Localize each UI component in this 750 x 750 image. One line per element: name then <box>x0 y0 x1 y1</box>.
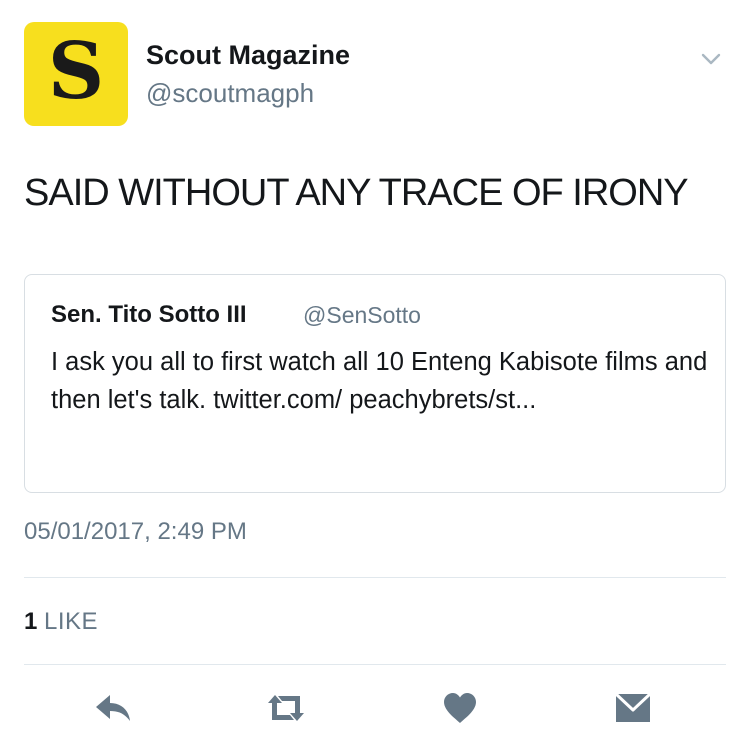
heart-icon <box>444 693 476 723</box>
tweet-card: S Scout Magazine @scoutmagph SAID WITHOU… <box>0 0 750 750</box>
divider <box>24 577 726 578</box>
retweet-icon <box>268 695 304 721</box>
reply-button[interactable] <box>94 688 134 728</box>
dm-button[interactable] <box>613 688 653 728</box>
action-bar <box>0 688 750 728</box>
like-label: LIKE <box>44 608 99 635</box>
quoted-tweet[interactable]: Sen. Tito Sotto III @SenSotto I ask you … <box>24 274 726 493</box>
quoted-user-handle: @SenSotto <box>303 302 421 328</box>
retweet-button[interactable] <box>266 688 306 728</box>
tweet-header: S Scout Magazine @scoutmagph <box>24 22 730 126</box>
divider <box>24 664 726 665</box>
like-button[interactable] <box>440 688 480 728</box>
like-count-summary[interactable]: 1 LIKE <box>24 608 98 636</box>
chevron-down-icon[interactable] <box>700 48 722 70</box>
like-count: 1 <box>24 608 38 635</box>
user-handle[interactable]: @scoutmagph <box>146 78 314 109</box>
quoted-user-name: Sen. Tito Sotto III <box>51 301 247 328</box>
avatar[interactable]: S <box>24 22 128 126</box>
reply-icon <box>96 695 130 721</box>
user-display-name[interactable]: Scout Magazine <box>146 40 350 71</box>
avatar-logo-letter: S <box>47 26 105 117</box>
tweet-text: SAID WITHOUT ANY TRACE OF IRONY <box>24 172 689 214</box>
tweet-timestamp: 05/01/2017, 2:49 PM <box>24 518 247 545</box>
quoted-tweet-text: I ask you all to first watch all 10 Ente… <box>51 348 708 414</box>
envelope-icon <box>614 692 652 722</box>
